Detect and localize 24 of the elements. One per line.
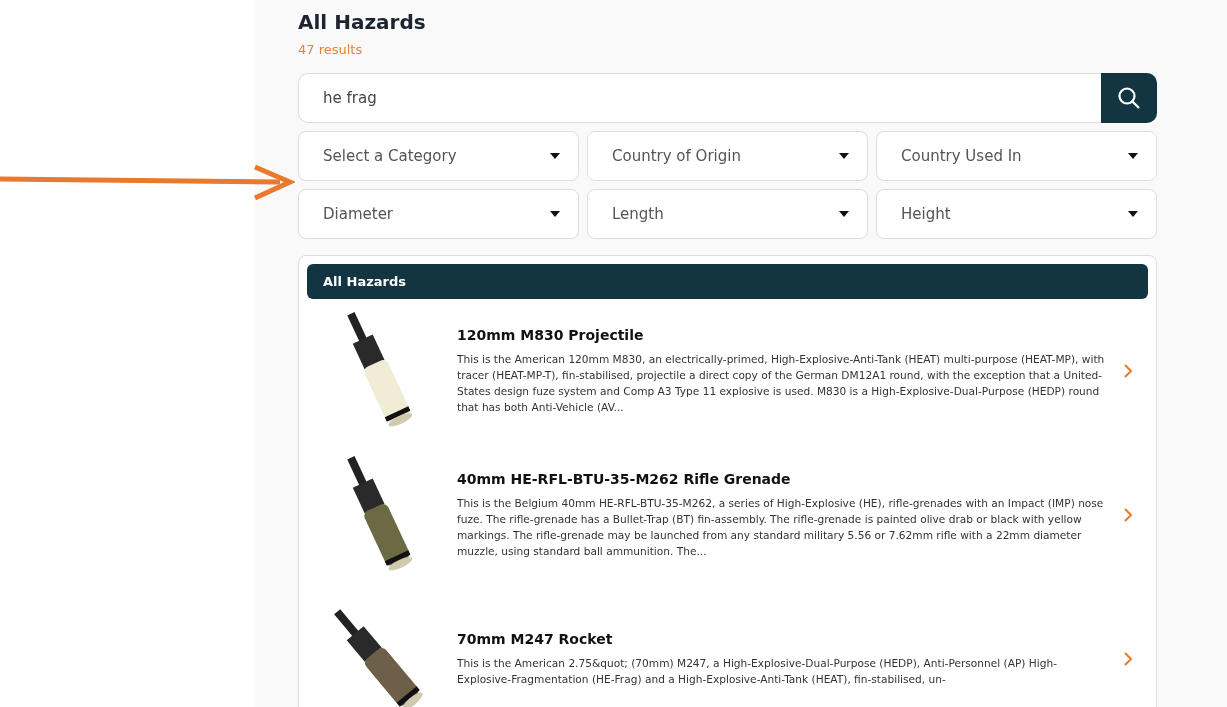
caret-down-icon: [839, 211, 849, 217]
page-title: All Hazards: [298, 10, 427, 34]
filter-dropdown[interactable]: Country of Origin: [587, 131, 868, 181]
search-field[interactable]: he frag: [298, 73, 1101, 123]
filter-dropdown[interactable]: Length: [587, 189, 868, 239]
search-icon: [1117, 86, 1141, 110]
caret-down-icon: [1128, 211, 1138, 217]
filter-dropdown[interactable]: Select a Category: [298, 131, 579, 181]
search-button[interactable]: [1101, 73, 1157, 123]
item-description: This is the American 2.75&quot; (70mm) M247, a High-Explosive-Dual-Purpose (HEDP), Anti-Personnel (AP) High-Explosive-Fragmentation (HE-Frag) and a High-Explosive-Anti-Tank (HEAT), fin-stabilised, un-: [457, 656, 1058, 687]
caret-down-icon: [550, 211, 560, 217]
results-count: 47 results: [298, 42, 364, 57]
filter-dropdown[interactable]: Diameter: [298, 189, 579, 239]
caret-down-icon: [839, 153, 849, 159]
filter-dropdown[interactable]: Country Used In: [876, 131, 1157, 181]
item-title[interactable]: 120mm M830 Projectile: [457, 327, 1108, 343]
panel-header: All Hazards: [307, 264, 1148, 299]
caret-down-icon: [550, 153, 560, 159]
item-description: This is the American 120mm M830, an electrically-primed, High-Explosive-Anti-Tank (HEAT) multi-purpose (HEAT-MP), with tracer (HEAT-MP-T), fin-stabilised, projectile a direct copy of the German DM12A1 round, with the exception that a United-States design fuze system and Comp A3 Type 11 explosive is used. M830 is a High-Explosive-Dual-Purpose (HEDP) round that has both Anti-Vehicle (AV...: [457, 352, 1106, 415]
filter-dropdown[interactable]: Height: [876, 189, 1157, 239]
item-description: This is the Belgium 40mm HE-RFL-BTU-35-M262, a series of High-Explosive (HE), rifle-grenades with an Impact (IMP) nose fuze. The rifle-grenade has a Bullet-Trap (BT) fin-assembly. The rifle-grenade is painted olive drab or black with yellow markings. The rifle-grenade may be launched from any standard military 5.56 or 7.62mm rifle with a 22mm diameter muzzle, using standard ball ammunition. The...: [457, 496, 1105, 559]
item-title[interactable]: 70mm M247 Rocket: [457, 631, 1108, 647]
caret-down-icon: [1128, 153, 1138, 159]
item-title[interactable]: 40mm HE-RFL-BTU-35-M262 Rifle Grenade: [457, 471, 1108, 487]
